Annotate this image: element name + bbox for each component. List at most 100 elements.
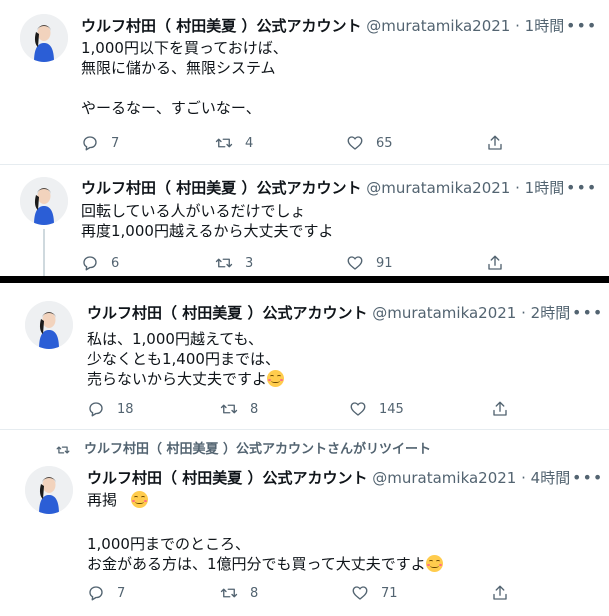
like-button[interactable]: 145 xyxy=(349,399,404,419)
share-button[interactable] xyxy=(491,399,509,419)
retweeted-by-text: ウルフ村田（ 村田美夏 ）公式アカウントさんがリツイート xyxy=(84,442,432,457)
screenshot-divider xyxy=(0,276,609,283)
tweet-text-line: 少なくとも1,400円までは、 xyxy=(87,350,280,368)
timeline-top: ウルフ村田（ 村田美夏 ）公式アカウント @muratamika2021 · 1… xyxy=(0,0,609,276)
tweet-text-line xyxy=(87,510,443,534)
author-name[interactable]: ウルフ村田（ 村田美夏 ）公式アカウント xyxy=(81,179,361,197)
retweet-icon xyxy=(215,258,233,268)
retweet-button[interactable]: 3 xyxy=(215,253,253,273)
author-handle-time[interactable]: @muratamika2021 · 2時間 xyxy=(372,304,570,322)
author-handle-time[interactable]: @muratamika2021 · 4時間 xyxy=(372,469,570,487)
reply-button[interactable]: 7 xyxy=(81,133,119,153)
retweet-icon xyxy=(220,404,238,414)
avatar[interactable] xyxy=(25,301,73,349)
reply-count: 18 xyxy=(117,401,134,417)
tweet-text: 私は、1,000円越えても、 少なくとも1,400円までは、 売らないから大丈夫… xyxy=(87,329,285,389)
emoji-smiling-face xyxy=(267,370,285,387)
share-icon xyxy=(493,585,507,600)
reply-icon xyxy=(83,136,97,151)
reply-icon xyxy=(83,256,97,271)
like-icon xyxy=(350,402,366,416)
action-bar: 7 8 71 xyxy=(87,583,527,603)
share-button[interactable] xyxy=(486,253,504,273)
action-bar: 6 3 91 xyxy=(81,253,521,273)
author-name[interactable]: ウルフ村田（ 村田美夏 ）公式アカウント xyxy=(87,469,367,487)
like-icon xyxy=(347,256,363,270)
tweet-text: 再掲 1,000円までのところ、 お金がある方は、1億円分でも買って大丈夫ですよ xyxy=(87,490,443,574)
like-count: 91 xyxy=(376,255,393,271)
retweet-icon xyxy=(56,446,70,454)
tweet-text: 1,000円以下を買っておけば、 無限に儲かる、無限システム やーるなー、すごい… xyxy=(81,38,288,118)
author-handle-time[interactable]: @muratamika2021 · 1時間 xyxy=(366,179,564,197)
tweet-text-line: 回転している人がいるだけでしょ xyxy=(81,202,306,220)
avatar[interactable] xyxy=(20,14,68,62)
tweet-text-line: 私は、1,000円越えても、 xyxy=(87,330,263,348)
tweet-header: ウルフ村田（ 村田美夏 ）公式アカウント @muratamika2021 · 4… xyxy=(87,468,570,488)
like-button[interactable]: 91 xyxy=(346,253,393,273)
retweet-icon xyxy=(215,138,233,148)
tweet-text-line: 再度1,000円越えるから大丈夫ですよ xyxy=(81,222,334,240)
author-name[interactable]: ウルフ村田（ 村田美夏 ）公式アカウント xyxy=(87,304,367,322)
avatar-image xyxy=(20,14,68,62)
reply-button[interactable]: 18 xyxy=(87,399,134,419)
avatar[interactable] xyxy=(20,177,68,225)
retweet-button[interactable]: 4 xyxy=(215,133,253,153)
tweet-text-segment: お金がある方は、1億円分でも買って大丈夫ですよ xyxy=(87,555,426,573)
like-count: 71 xyxy=(381,585,398,601)
more-icon[interactable]: ••• xyxy=(566,180,597,196)
reply-count: 6 xyxy=(111,255,120,271)
tweet-header: ウルフ村田（ 村田美夏 ）公式アカウント @muratamika2021 · 1… xyxy=(81,16,564,36)
retweet-count: 4 xyxy=(245,135,254,151)
retweet-count: 8 xyxy=(250,585,259,601)
tweet-text-line: 1,000円以下を買っておけば、 xyxy=(81,39,288,57)
retweeted-by-label[interactable]: ウルフ村田（ 村田美夏 ）公式アカウントさんがリツイート xyxy=(56,442,431,458)
retweet-icon xyxy=(220,588,238,598)
avatar-image xyxy=(25,301,73,349)
tweet-header: ウルフ村田（ 村田美夏 ）公式アカウント @muratamika2021 · 1… xyxy=(81,178,564,198)
retweet-button[interactable]: 8 xyxy=(220,583,258,603)
share-icon xyxy=(488,255,502,270)
reply-button[interactable]: 7 xyxy=(87,583,125,603)
action-bar: 18 8 145 xyxy=(87,399,527,419)
thread-line xyxy=(43,229,45,276)
avatar-image xyxy=(25,466,73,514)
more-icon[interactable]: ••• xyxy=(566,18,597,34)
like-button[interactable]: 71 xyxy=(351,583,398,603)
author-name[interactable]: ウルフ村田（ 村田美夏 ）公式アカウント xyxy=(81,17,361,35)
emoji-smiling-face xyxy=(425,555,443,572)
tweet-text-segment: 再掲 xyxy=(87,491,118,509)
tweet-text-line: 売らないから大丈夫ですよ xyxy=(87,369,285,389)
tweet-3[interactable]: ウルフ村田（ 村田美夏 ）公式アカウント @muratamika2021 · 2… xyxy=(0,283,609,430)
share-button[interactable] xyxy=(491,583,509,603)
tweet-text-line: 1,000円までのところ、 xyxy=(87,535,250,553)
like-count: 65 xyxy=(376,135,393,151)
like-icon xyxy=(347,136,363,150)
tweet-text: 回転している人がいるだけでしょ 再度1,000円越えるから大丈夫ですよ xyxy=(81,201,334,241)
like-icon xyxy=(352,586,368,600)
tweet-text-line xyxy=(81,78,288,98)
more-icon[interactable]: ••• xyxy=(572,305,603,321)
share-icon xyxy=(493,401,507,416)
like-count: 145 xyxy=(379,401,404,417)
reply-count: 7 xyxy=(117,585,126,601)
tweet-1[interactable]: ウルフ村田（ 村田美夏 ）公式アカウント @muratamika2021 · 1… xyxy=(0,0,609,165)
retweet-count: 3 xyxy=(245,255,254,271)
reply-count: 7 xyxy=(111,135,120,151)
author-handle-time[interactable]: @muratamika2021 · 1時間 xyxy=(366,17,564,35)
reply-icon xyxy=(89,586,103,601)
retweet-button[interactable]: 8 xyxy=(220,399,258,419)
share-button[interactable] xyxy=(486,133,504,153)
action-bar: 7 4 65 xyxy=(81,133,521,153)
tweet-4[interactable]: ウルフ村田（ 村田美夏 ）公式アカウントさんがリツイート ウルフ村田（ 村田美夏… xyxy=(0,430,609,616)
like-button[interactable]: 65 xyxy=(346,133,393,153)
emoji-smiling-face xyxy=(131,491,149,508)
timeline-bottom: ウルフ村田（ 村田美夏 ）公式アカウント @muratamika2021 · 2… xyxy=(0,283,609,616)
avatar[interactable] xyxy=(25,466,73,514)
more-icon[interactable]: ••• xyxy=(572,470,603,486)
tweet-header: ウルフ村田（ 村田美夏 ）公式アカウント @muratamika2021 · 2… xyxy=(87,303,570,323)
tweet-text-segment: 売らないから大丈夫ですよ xyxy=(87,370,268,388)
tweet-text-line: お金がある方は、1億円分でも買って大丈夫ですよ xyxy=(87,554,443,574)
reply-button[interactable]: 6 xyxy=(81,253,119,273)
tweet-2[interactable]: ウルフ村田（ 村田美夏 ）公式アカウント @muratamika2021 · 1… xyxy=(0,165,609,276)
retweet-count: 8 xyxy=(250,401,259,417)
